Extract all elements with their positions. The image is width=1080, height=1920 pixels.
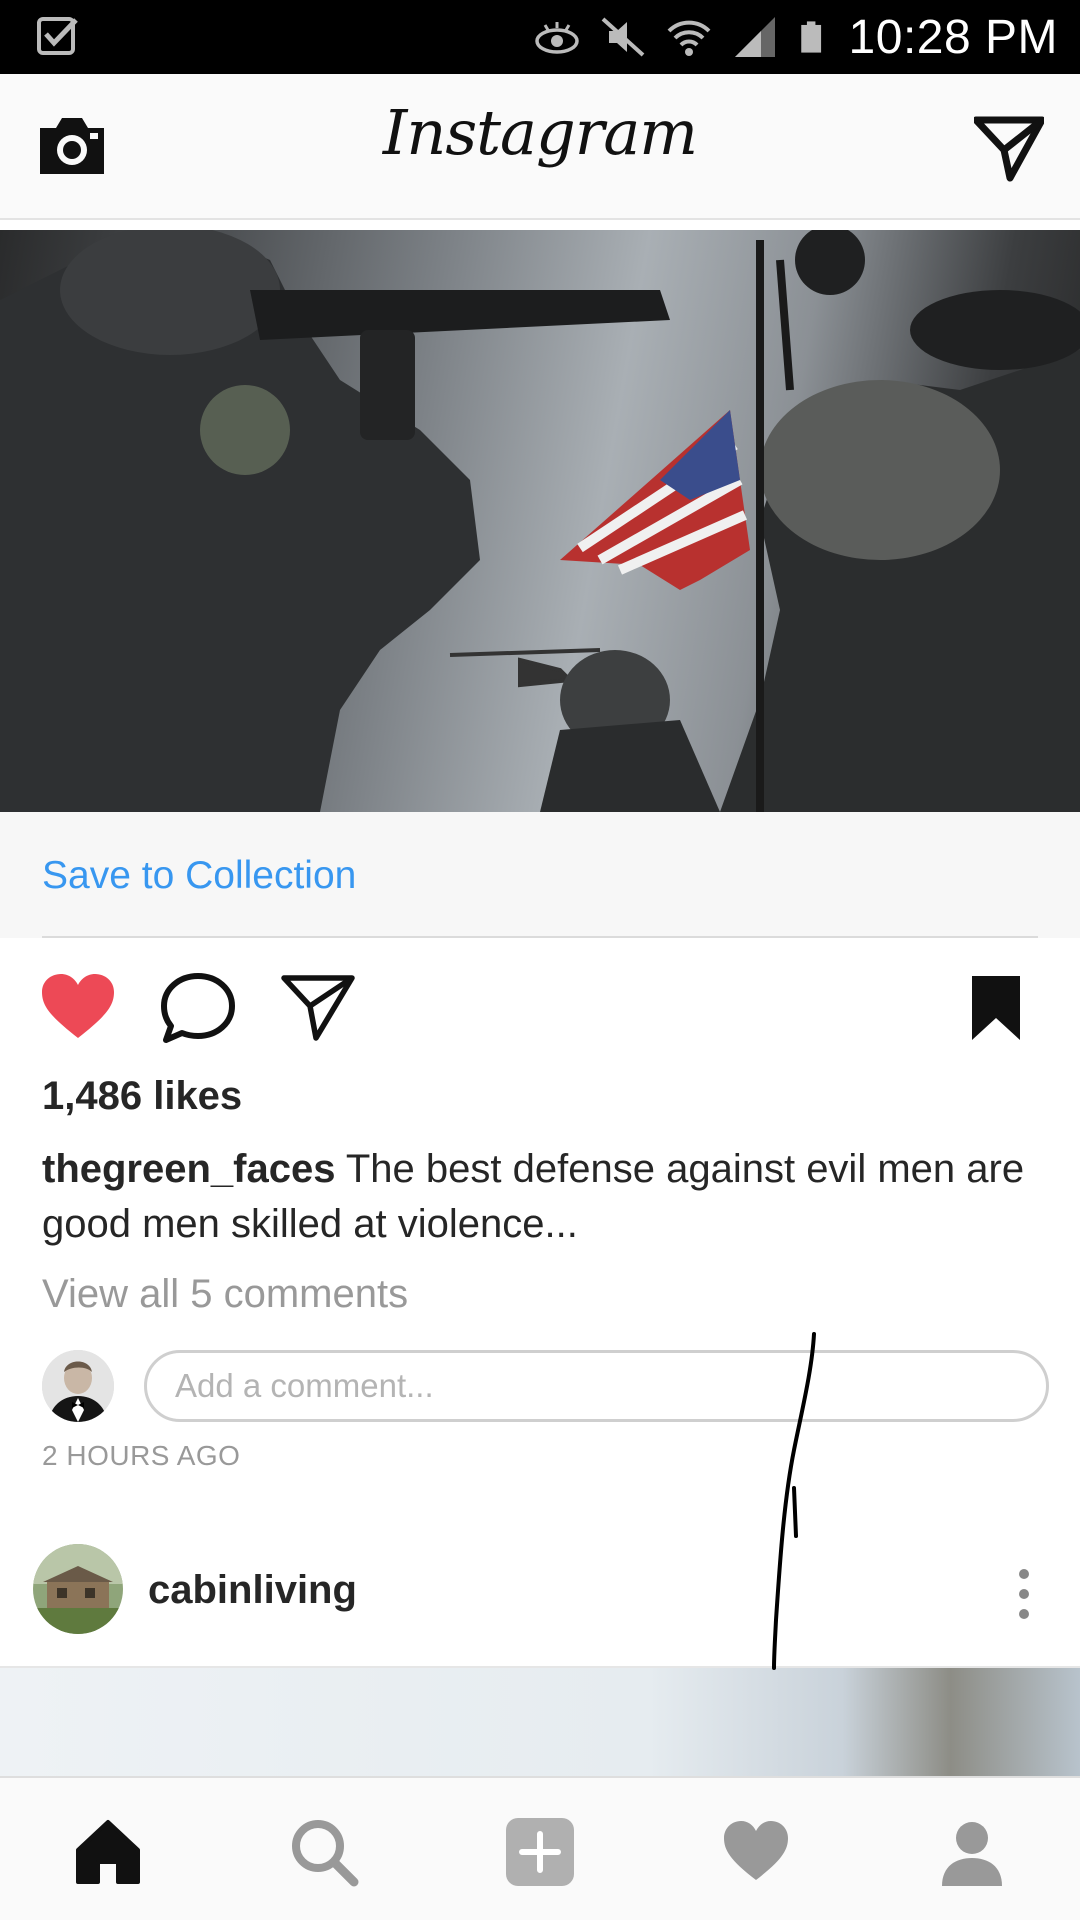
comment-input[interactable]: [144, 1350, 1049, 1422]
wifi-icon: [667, 20, 710, 56]
add-post-icon[interactable]: [504, 1816, 576, 1888]
post-timestamp: 2 HOURS AGO: [42, 1440, 241, 1471]
avatar: [42, 1350, 114, 1422]
bookmark-icon[interactable]: [964, 972, 1028, 1044]
next-post-username[interactable]: cabinliving: [148, 1568, 357, 1613]
caption-username[interactable]: thegreen_faces: [42, 1147, 335, 1191]
mute-icon: [601, 17, 644, 57]
post-photo[interactable]: [0, 230, 1080, 812]
save-to-collection-link[interactable]: Save to Collection: [42, 854, 356, 898]
next-post-photo[interactable]: [0, 1668, 1080, 1778]
post-photo-illustration: [0, 230, 1080, 812]
status-bar: 10:28 PM: [0, 0, 1080, 74]
post-actions: [0, 960, 1080, 1050]
search-icon[interactable]: [288, 1816, 360, 1888]
handwritten-mark: [772, 1332, 816, 1670]
divider: [42, 936, 1038, 938]
likes-count[interactable]: 1,486 likes: [42, 1074, 242, 1119]
activity-heart-icon[interactable]: [720, 1816, 792, 1888]
direct-message-icon[interactable]: [974, 116, 1044, 182]
check-notification-icon: [37, 17, 78, 55]
app-header: Instagram: [0, 74, 1080, 220]
more-vertical-icon[interactable]: [1004, 1566, 1044, 1622]
avatar-photo: [33, 1544, 123, 1634]
bottom-nav: [0, 1776, 1080, 1920]
app-logo: Instagram: [382, 96, 698, 169]
eye-icon: [534, 22, 579, 54]
avatar-photo: [42, 1350, 114, 1422]
next-post-header: cabinliving: [0, 1540, 1080, 1670]
avatar[interactable]: [33, 1544, 123, 1634]
comment-row: [0, 1350, 1080, 1422]
signal-icon: [734, 17, 775, 57]
post-caption: thegreen_faces The best defense against …: [42, 1142, 1042, 1252]
view-all-comments-link[interactable]: View all 5 comments: [42, 1272, 408, 1317]
battery-icon: [800, 21, 821, 53]
like-icon[interactable]: [40, 972, 116, 1044]
home-icon[interactable]: [72, 1816, 144, 1888]
share-icon[interactable]: [280, 972, 356, 1044]
status-time: 10:28 PM: [848, 10, 1058, 64]
profile-icon[interactable]: [936, 1816, 1008, 1888]
comment-icon[interactable]: [160, 972, 236, 1044]
save-to-collection-bar: Save to Collection: [0, 812, 1080, 938]
